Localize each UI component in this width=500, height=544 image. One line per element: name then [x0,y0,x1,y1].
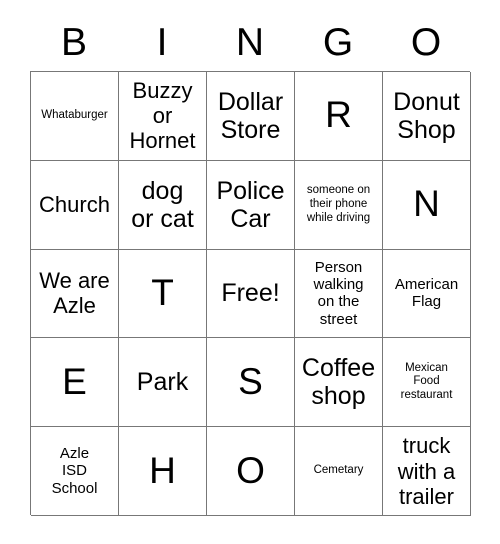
bingo-cell-o4[interactable]: Mexican Food restaurant [383,338,471,428]
bingo-cell-o3[interactable]: American Flag [383,249,471,339]
header-letter-i: I [156,21,168,64]
bingo-cell-label: Whataburger [41,109,108,121]
bingo-cell-i1[interactable]: Buzzy or Hornet [119,72,207,161]
bingo-cell-label: Free! [221,279,280,308]
header-letter-b: B [60,21,87,64]
bingo-cell-g4[interactable]: Coffee shop [295,338,383,428]
bingo-cell-label: Person walking on the street [313,258,364,328]
header-letter-g: G [322,21,354,64]
bingo-cell-label: Azle ISD School [51,445,98,497]
bingo-cell-label: Police Car [216,176,285,233]
bingo-cell-label: H [149,449,176,491]
bingo-cell-n2[interactable]: Police Car [207,160,295,250]
bingo-cell-b1[interactable]: Whataburger [31,72,119,161]
bingo-cell-i3[interactable]: T [119,249,207,339]
bingo-cell-label: Dollar Store [217,87,284,144]
bingo-cell-i5[interactable]: H [119,427,207,516]
bingo-cell-label: O [236,449,265,491]
bingo-cell-free-space[interactable]: Free! [207,249,295,339]
bingo-cell-b2[interactable]: Church [31,160,119,250]
bingo-cell-label: truck with a trailer [397,433,456,509]
bingo-cell-n5[interactable]: O [207,427,295,516]
bingo-cell-i2[interactable]: dog or cat [119,160,207,250]
bingo-cell-g2[interactable]: someone on their phone while driving [295,160,383,250]
bingo-cell-label: American Flag [394,276,459,311]
bingo-header-row: B I N G O [30,14,470,71]
bingo-cell-b5[interactable]: Azle ISD School [31,427,119,516]
bingo-cell-label: N [413,183,440,225]
bingo-cell-g3[interactable]: Person walking on the street [295,249,383,339]
bingo-cell-g5[interactable]: Cemetary [295,427,383,516]
bingo-cell-label: S [238,360,263,402]
bingo-cell-label: Park [136,368,189,397]
header-letter-o: O [410,21,442,64]
bingo-cell-label: Buzzy or Hornet [129,78,196,154]
header-letter-n: N [235,21,265,64]
bingo-cell-label: E [62,360,87,402]
bingo-cell-label: Coffee shop [301,354,376,411]
bingo-cell-o5[interactable]: truck with a trailer [383,427,471,516]
bingo-cell-n4[interactable]: S [207,338,295,428]
bingo-cell-label: T [151,272,174,314]
bingo-cell-n1[interactable]: Dollar Store [207,72,295,161]
bingo-cell-o2[interactable]: N [383,160,471,250]
bingo-cell-label: R [325,94,352,136]
bingo-cell-label: Cemetary [313,464,364,477]
bingo-cell-label: Donut Shop [393,87,460,144]
bingo-cell-b4[interactable]: E [31,338,119,428]
bingo-cell-label: someone on their phone while driving [306,184,371,224]
bingo-cell-i4[interactable]: Park [119,338,207,428]
bingo-grid: Whataburger Buzzy or Hornet Dollar Store… [30,71,471,516]
bingo-cell-label: Mexican Food restaurant [400,361,453,402]
bingo-cell-label: dog or cat [131,176,194,233]
bingo-cell-label: Church [39,192,110,218]
bingo-cell-o1[interactable]: Donut Shop [383,72,471,161]
bingo-cell-b3[interactable]: We are Azle [31,249,119,339]
bingo-cell-g1[interactable]: R [295,72,383,161]
bingo-card: B I N G O Whataburger Buzzy or Hornet Do… [0,0,500,544]
bingo-cell-label: We are Azle [39,268,110,319]
